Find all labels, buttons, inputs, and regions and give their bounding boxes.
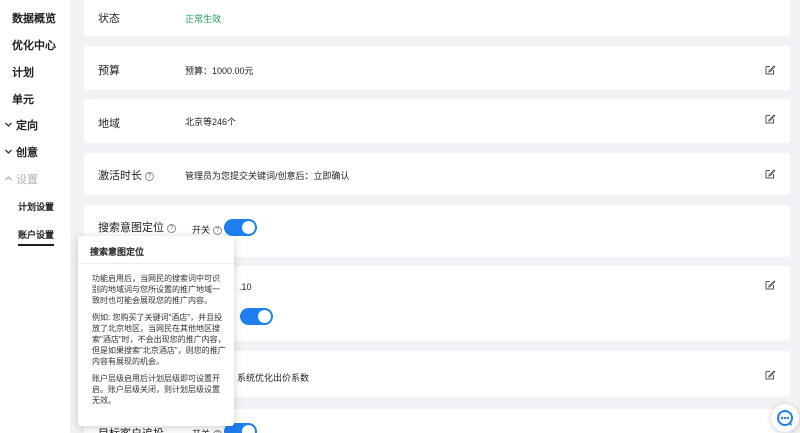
customer-service-button[interactable] — [771, 404, 799, 432]
switch-label-wrap: 开关? — [192, 427, 223, 433]
sidebar-item-creative[interactable]: 创意 — [4, 144, 38, 160]
sidebar-item-label: 设置 — [16, 174, 38, 186]
status-value: 正常生效 — [185, 14, 222, 24]
customer-service-icon — [776, 409, 794, 432]
chevron-up-icon — [4, 174, 16, 186]
sidebar-item-label: 计划 — [12, 67, 34, 79]
edit-icon[interactable] — [764, 167, 776, 179]
sidebar-item-unit[interactable]: 单元 — [12, 91, 34, 107]
search-intent-toggle[interactable] — [224, 219, 257, 236]
sidebar-subitem-account-settings[interactable]: 账户设置 — [18, 228, 55, 246]
region-label: 地域 — [98, 118, 120, 130]
edit-icon[interactable] — [764, 368, 776, 380]
bid-toggle[interactable] — [240, 308, 273, 325]
sidebar-item-label: 优化中心 — [12, 40, 56, 52]
region-value: 北京等246个 — [185, 117, 237, 127]
sidebar-item-targeting[interactable]: 定向 — [4, 117, 38, 133]
search-intent-label-wrap: 搜索意图定位? — [98, 219, 176, 235]
budget-label: 预算 — [98, 65, 120, 77]
activation-card: 激活时长? 管理员为您提交关键词/创意后：立即确认 — [84, 153, 790, 195]
sidebar-item-data-overview[interactable]: 数据概览 — [12, 10, 56, 26]
activation-value: 管理员为您提交关键词/创意后：立即确认 — [185, 171, 350, 181]
sidebar-item-label: 定向 — [16, 120, 38, 132]
budget-card: 预算 预算：1000.00元 — [84, 46, 790, 90]
budget-value: 预算：1000.00元 — [185, 66, 254, 76]
edit-icon[interactable] — [764, 112, 776, 124]
sidebar: 数据概览 优化中心 计划 单元 定向 创意 设置 计划设置 账户设置 — [0, 0, 70, 433]
bid-partial-value: .10 — [239, 282, 252, 292]
search-intent-label: 搜索意图定位 — [98, 222, 164, 234]
status-label: 状态 — [98, 13, 120, 25]
edit-icon[interactable] — [764, 63, 776, 75]
switch-label: 开关 — [192, 225, 211, 235]
switch-label: 开关 — [192, 429, 210, 433]
activation-label-wrap: 激活时长? — [98, 167, 154, 183]
switch-label-wrap: 开关? — [192, 223, 223, 236]
sidebar-item-label: 创意 — [16, 147, 38, 159]
sidebar-item-label: 数据概览 — [12, 13, 56, 25]
sidebar-subitem-label: 计划设置 — [18, 202, 55, 212]
chevron-down-icon — [4, 147, 16, 159]
popover-paragraph: 账户层级启用后计划层级即可设置开启。账户层级关闭，则计划层级设置无效。 — [92, 374, 220, 405]
sidebar-item-optimization-center[interactable]: 优化中心 — [12, 37, 56, 53]
popover-title: 搜索意图定位 — [90, 247, 145, 257]
activation-label: 激活时长 — [98, 170, 142, 182]
sidebar-item-settings[interactable]: 设置 — [4, 171, 38, 187]
bid-coefficient-text: 系统优化出价系数 — [237, 373, 310, 383]
target-retarget-label: 目标客户追投 — [98, 425, 164, 433]
region-card: 地域 北京等246个 — [84, 99, 790, 143]
search-intent-popover: 搜索意图定位 功能启用后，当网民的搜索词中可识别的地域词与您所设置的推广地域一致… — [78, 236, 234, 426]
help-icon[interactable]: ? — [167, 223, 176, 233]
popover-paragraph: 例如: 您购买了关键词"酒店"，并且投放了北京地区，当网民在其他地区搜索"酒店"… — [92, 313, 226, 366]
edit-icon[interactable] — [764, 278, 776, 290]
sidebar-subitem-plan-settings[interactable]: 计划设置 — [18, 200, 54, 213]
help-icon[interactable]: ? — [213, 226, 223, 236]
sidebar-item-label: 单元 — [12, 94, 34, 106]
sidebar-subitem-label: 账户设置 — [18, 230, 55, 240]
help-icon[interactable]: ? — [145, 171, 154, 181]
popover-divider — [78, 263, 234, 264]
popover-body: 功能启用后，当网民的搜索词中可识别的地域词与您所设置的推广地域一致时也可能会展现… — [92, 273, 226, 412]
chevron-down-icon — [4, 120, 16, 132]
sidebar-item-plan[interactable]: 计划 — [12, 64, 34, 80]
popover-paragraph: 功能启用后，当网民的搜索词中可识别的地域词与您所设置的推广地域一致时也可能会展现… — [92, 274, 220, 305]
status-card: 状态 正常生效 — [84, 0, 790, 36]
